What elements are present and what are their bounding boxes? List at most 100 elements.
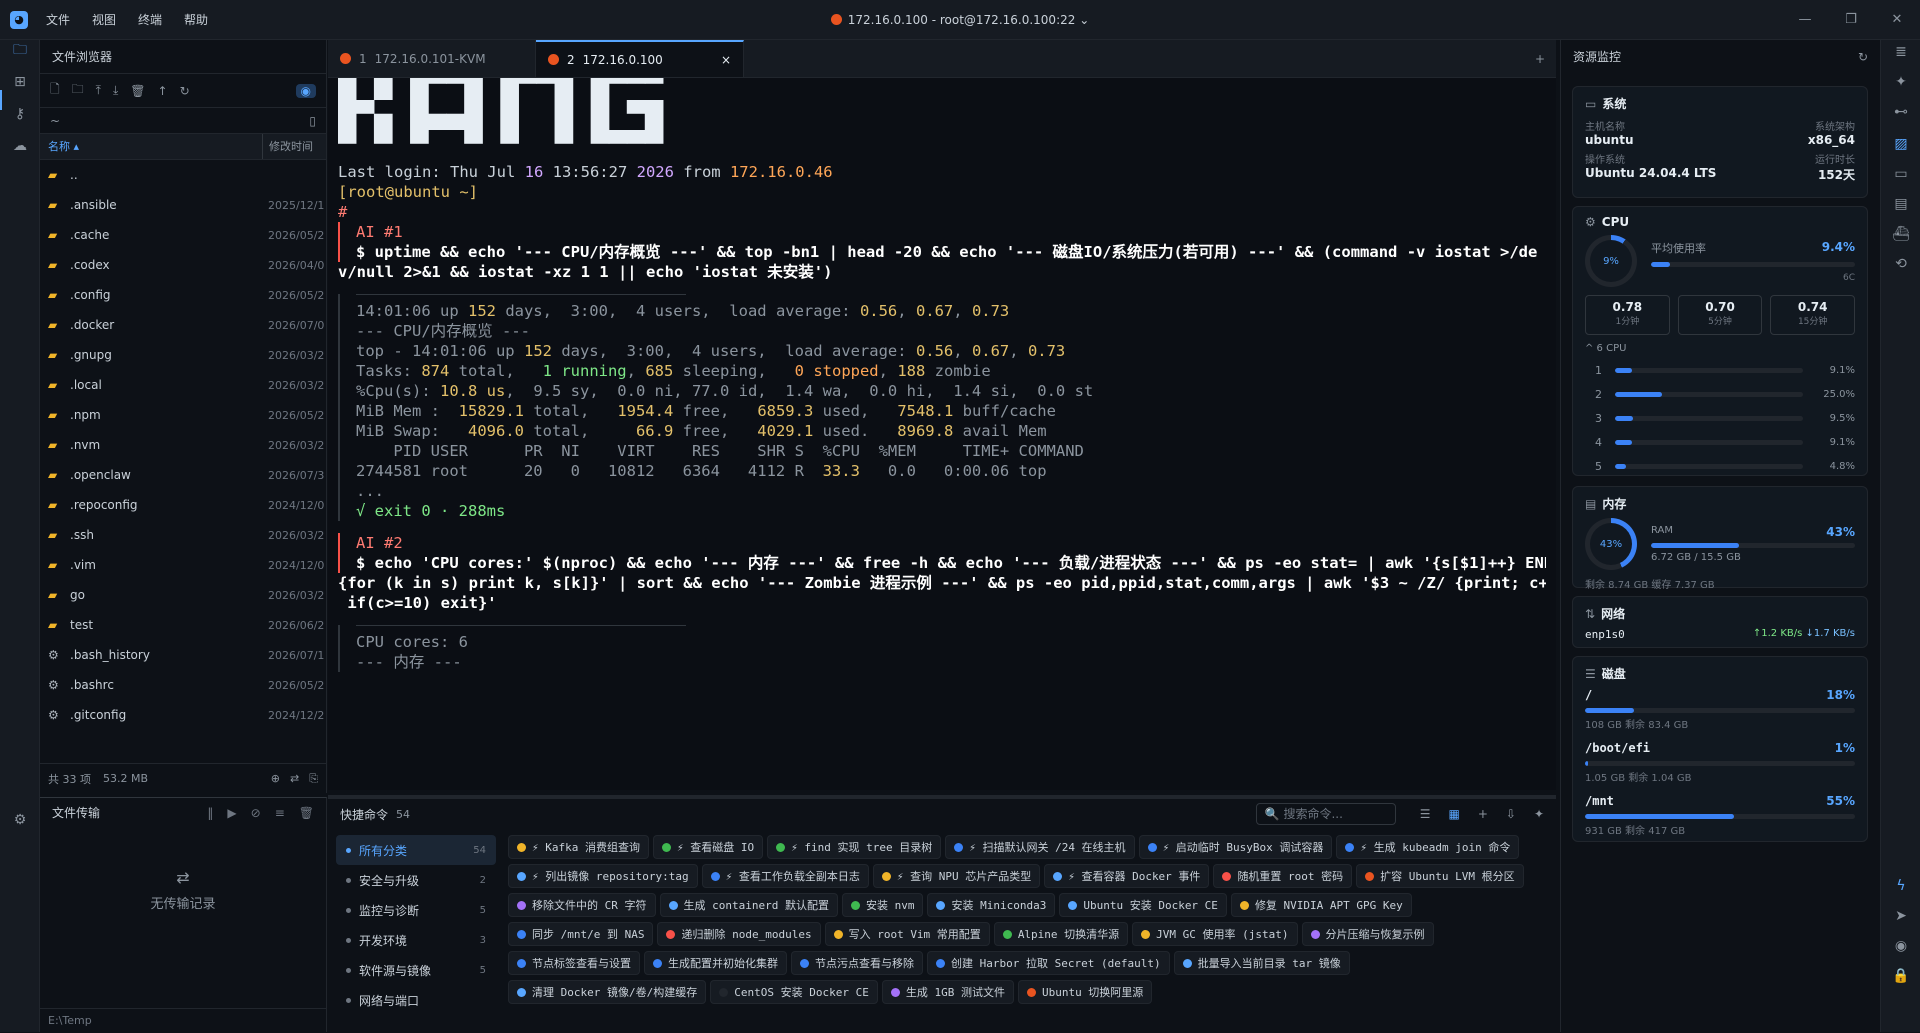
paste-icon[interactable]: ⎘	[309, 772, 318, 786]
category-item[interactable]: 软件源与镜像 5	[336, 955, 496, 985]
command-chip[interactable]: 随机重置 root 密码	[1213, 864, 1353, 888]
tab-active[interactable]: 2 172.16.0.100 ×	[536, 40, 744, 77]
terminal-output[interactable]: █ █ █▀▀█ █▀▀█ █▀▀▀ █▀▄ █▄▄█ █ █ █ ▀█ ▀ ▀…	[328, 78, 1556, 790]
ai-sparkle-icon[interactable]: ✦	[1534, 807, 1544, 821]
send-icon[interactable]: ➤	[1891, 908, 1911, 924]
server-icon[interactable]: ≣	[1891, 44, 1911, 60]
command-chip[interactable]: ⚡ 列出镜像 repository:tag	[508, 864, 698, 888]
category-item[interactable]: 网络与端口	[336, 985, 496, 1015]
file-row[interactable]: ⚙ .bash_history 2026/07/1	[40, 640, 326, 670]
cloud-upload-icon[interactable]: ☁	[10, 136, 30, 156]
close-button[interactable]: ✕	[1874, 0, 1920, 40]
cores-toggle[interactable]: ^ 6 CPU	[1585, 343, 1855, 354]
new-file-icon[interactable]: 🗋	[50, 80, 60, 101]
file-row[interactable]: ▰ .nvm 2026/03/2	[40, 430, 326, 460]
command-chip[interactable]: Ubuntu 切换阿里源	[1017, 980, 1153, 1004]
tab-close-icon[interactable]: ×	[721, 53, 731, 67]
document-icon[interactable]: ▤	[1891, 196, 1911, 212]
command-chip[interactable]: 生成 1GB 测试文件	[881, 980, 1014, 1004]
file-row[interactable]: ▰..	[40, 160, 326, 190]
history-icon[interactable]: ⟲	[1891, 256, 1911, 272]
file-row[interactable]: ⚙ .bashrc 2026/05/2	[40, 670, 326, 700]
menu-help[interactable]: 帮助	[184, 11, 208, 28]
command-chip[interactable]: JVM GC 使用率 (jstat)	[1132, 922, 1298, 946]
command-chip[interactable]: 写入 root Vim 常用配置	[824, 922, 990, 946]
command-chip[interactable]: ⚡ 查询 NPU 芯片产品类型	[872, 864, 1041, 888]
file-row[interactable]: ▰ .codex 2026/04/0	[40, 250, 326, 280]
delete-icon[interactable]: 🗑	[130, 84, 145, 98]
file-row[interactable]: ▰ .local 2026/03/2	[40, 370, 326, 400]
download-icon[interactable]: ⤓	[113, 83, 118, 98]
command-chip[interactable]: 安装 Miniconda3	[927, 893, 1056, 917]
command-chip[interactable]: ⚡ 查看工作负载全副本日志	[701, 864, 869, 888]
grid-view-icon[interactable]: ▦	[1448, 807, 1459, 821]
settings-gear-icon[interactable]: ⚙	[10, 810, 30, 830]
pause-icon[interactable]: ‖	[207, 798, 213, 828]
file-row[interactable]: ▰ go 2026/03/2	[40, 580, 326, 610]
column-name[interactable]: 名称 ▴	[40, 134, 262, 159]
video-icon[interactable]: ▭	[1891, 166, 1911, 182]
command-chip[interactable]: ⚡ 查看容器 Docker 事件	[1044, 864, 1210, 888]
key-icon[interactable]: ⚷	[10, 104, 30, 124]
command-chip[interactable]: 节点标签查看与设置	[508, 951, 640, 975]
command-chip[interactable]: CentOS 安装 Docker CE	[710, 980, 878, 1004]
file-row[interactable]: ▰ .docker 2026/07/0	[40, 310, 326, 340]
docker-icon[interactable]: ⛴	[1891, 226, 1911, 242]
file-row[interactable]: ▰ .cache 2026/05/2	[40, 220, 326, 250]
file-row[interactable]: ▰ test 2026/06/2	[40, 610, 326, 640]
trash-icon[interactable]: 🗑	[299, 798, 314, 828]
command-chip[interactable]: 递归删除 node_modules	[657, 922, 821, 946]
path-bar[interactable]: ~ ▯	[40, 108, 326, 134]
file-row[interactable]: ▰ .vim 2024/12/0	[40, 550, 326, 580]
file-row[interactable]: ▰ .repoconfig 2024/12/0	[40, 490, 326, 520]
tab-kvm[interactable]: 1 172.16.0.101-KVM	[328, 40, 536, 77]
menu-terminal[interactable]: 终端	[138, 11, 162, 28]
command-chip[interactable]: 创建 Harbor 拉取 Secret (default)	[927, 951, 1170, 975]
lock-icon[interactable]: 🔒	[1891, 968, 1911, 984]
file-row[interactable]: ▰ .ssh 2026/03/2	[40, 520, 326, 550]
command-search-input[interactable]: 🔍 搜索命令...	[1255, 803, 1396, 825]
clear-icon[interactable]: ≡	[275, 798, 285, 828]
category-item[interactable]: 所有分类 54	[336, 835, 496, 865]
parent-dir-icon[interactable]: ↑	[158, 84, 168, 98]
file-row[interactable]: ▰ .gnupg 2026/03/2	[40, 340, 326, 370]
menu-view[interactable]: 视图	[92, 11, 116, 28]
command-chip[interactable]: 批量导入当前目录 tar 镜像	[1173, 951, 1350, 975]
command-chip[interactable]: Alpine 切换清华源	[993, 922, 1129, 946]
import-icon[interactable]: ⇩	[1506, 807, 1516, 821]
minimize-button[interactable]: —	[1782, 0, 1828, 40]
command-chip[interactable]: ⚡ 扫描默认网关 /24 在线主机	[945, 835, 1135, 859]
command-chip[interactable]: ⚡ 生成 kubeadm join 命令	[1336, 835, 1520, 859]
new-tab-plus-icon[interactable]: +	[1524, 40, 1556, 77]
menu-file[interactable]: 文件	[46, 11, 70, 28]
record-icon[interactable]: ◉	[1891, 938, 1911, 954]
file-row[interactable]: ▰ .openclaw 2026/07/3	[40, 460, 326, 490]
refresh-icon[interactable]: ↻	[180, 84, 190, 98]
category-item[interactable]: 开发环境 3	[336, 925, 496, 955]
command-chip[interactable]: 清理 Docker 镜像/卷/构建缓存	[508, 980, 707, 1004]
monitor-refresh-icon[interactable]: ↻	[1858, 40, 1868, 74]
command-chip[interactable]: 生成 containerd 默认配置	[659, 893, 838, 917]
sync-icon[interactable]: ⇄	[290, 772, 299, 786]
show-hidden-eye-icon[interactable]: ◉	[295, 83, 316, 98]
command-chip[interactable]: ⚡ Kafka 消费组查询	[508, 835, 649, 859]
command-chip[interactable]: 分片压缩与恢复示例	[1301, 922, 1434, 946]
command-chip[interactable]: 扩容 Ubuntu LVM 根分区	[1356, 864, 1524, 888]
sparkle-icon[interactable]: ✦	[1891, 74, 1911, 90]
sort-icon[interactable]: ☰	[1420, 807, 1431, 821]
command-chip[interactable]: ⚡ find 实现 tree 目录树	[767, 835, 942, 859]
upload-icon[interactable]: ⤒	[96, 83, 101, 98]
category-item[interactable]: 安全与升级 2	[336, 865, 496, 895]
command-chip[interactable]: 同步 /mnt/e 到 NAS	[508, 922, 654, 946]
file-row[interactable]: ▰ .npm 2026/05/2	[40, 400, 326, 430]
command-chip[interactable]: 节点污点查看与移除	[791, 951, 923, 975]
file-row[interactable]: ▰ .config 2026/05/2	[40, 280, 326, 310]
command-chip[interactable]: ⚡ 查看磁盘 IO	[652, 835, 764, 859]
command-chip[interactable]: 安装 nvm	[841, 893, 924, 917]
play-icon[interactable]: ▶	[227, 798, 236, 828]
command-chip[interactable]: ⚡ 启动临时 BusyBox 调试容器	[1138, 835, 1333, 859]
sitemap-icon[interactable]: ⊞	[10, 72, 30, 92]
file-row[interactable]: ▰ .ansible 2025/12/1	[40, 190, 326, 220]
link-icon[interactable]: ⊷	[1891, 104, 1911, 120]
monitor-chart-icon[interactable]: ▨	[1891, 136, 1911, 152]
